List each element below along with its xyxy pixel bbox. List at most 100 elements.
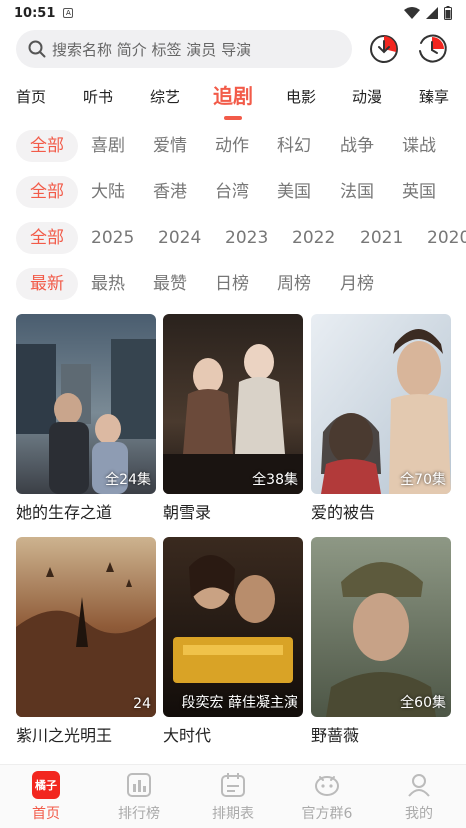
battery-icon	[444, 6, 452, 20]
poster-image	[311, 314, 451, 494]
nav-label: 排行榜	[118, 806, 160, 822]
region-chip[interactable]: 美国	[277, 176, 311, 208]
status-time: 10:51	[14, 5, 56, 21]
ranking-icon	[125, 771, 153, 799]
tab-variety[interactable]: 综艺	[150, 86, 180, 107]
sort-chip[interactable]: 周榜	[277, 268, 311, 300]
tab-tv-series[interactable]: 追剧	[213, 80, 253, 109]
sort-filter-row: 最新 最热 最赞 日榜 周榜 月榜	[0, 268, 466, 302]
orange-brand-icon: 橘子	[32, 771, 60, 799]
nav-profile[interactable]: 我的	[379, 771, 459, 823]
genre-chip[interactable]: 战争	[340, 130, 374, 162]
nav-home[interactable]: 橘子 首页	[6, 771, 86, 823]
nav-label: 排期表	[212, 806, 254, 822]
show-card[interactable]: 全70集 爱的被告	[311, 314, 451, 523]
download-icon[interactable]	[368, 33, 400, 65]
show-poster[interactable]: 全60集	[311, 537, 451, 717]
show-card[interactable]: 段奕宏 薛佳凝主演 大时代	[163, 537, 303, 746]
show-title: 爱的被告	[311, 503, 376, 522]
poster-image	[163, 314, 303, 494]
profile-icon	[405, 771, 433, 799]
show-title: 野蔷薇	[311, 726, 360, 745]
region-chip[interactable]: 台湾	[215, 176, 249, 208]
poster-image	[311, 537, 451, 717]
year-chip[interactable]: 2022	[292, 222, 335, 254]
wifi-icon	[404, 7, 420, 19]
episode-badge: 24	[133, 696, 151, 712]
show-card[interactable]: 24 紫川之光明王	[16, 537, 156, 746]
group-chat-icon	[313, 771, 341, 799]
region-chip[interactable]: 法国	[340, 176, 374, 208]
show-poster[interactable]: 全70集	[311, 314, 451, 494]
episode-badge: 全60集	[400, 695, 446, 711]
sort-chip[interactable]: 最赞	[153, 268, 187, 300]
region-chip[interactable]: 英国	[402, 176, 436, 208]
tab-audiobooks[interactable]: 听书	[83, 86, 113, 107]
show-title: 朝雪录	[163, 503, 212, 522]
show-title: 大时代	[163, 726, 212, 745]
sort-chip-newest[interactable]: 最新	[16, 268, 78, 300]
year-chip[interactable]: 2024	[158, 222, 201, 254]
tab-home[interactable]: 首页	[16, 86, 46, 107]
search-placeholder: 搜索名称 简介 标签 演员 导演	[52, 40, 252, 59]
poster-image	[163, 537, 303, 717]
region-chip[interactable]: 大陆	[91, 176, 125, 208]
show-poster[interactable]: 24	[16, 537, 156, 717]
channel-tabs: 首页 听书 综艺 追剧 电影 动漫 臻享	[0, 78, 466, 122]
bottom-nav: 橘子 首页 排行榜 排期表 官方群6 我的	[0, 764, 466, 828]
year-chip[interactable]: 2021	[360, 222, 403, 254]
genre-chip[interactable]: 爱情	[153, 130, 187, 162]
notification-a-icon: A	[63, 8, 74, 18]
sort-chip[interactable]: 日榜	[215, 268, 249, 300]
show-poster[interactable]: 全38集	[163, 314, 303, 494]
search-icon	[28, 40, 46, 58]
nav-official-group[interactable]: 官方群6	[287, 771, 367, 823]
nav-schedule[interactable]: 排期表	[193, 771, 273, 823]
region-chip-all[interactable]: 全部	[16, 176, 78, 208]
genre-chip[interactable]: 喜剧	[91, 130, 125, 162]
nav-label: 我的	[405, 806, 433, 822]
signal-icon	[426, 7, 438, 19]
year-chip[interactable]: 2023	[225, 222, 268, 254]
episode-badge: 全24集	[105, 472, 151, 488]
show-title: 紫川之光明王	[16, 726, 113, 745]
sort-chip[interactable]: 最热	[91, 268, 125, 300]
tab-movies[interactable]: 电影	[286, 86, 316, 107]
genre-chip-all[interactable]: 全部	[16, 130, 78, 162]
tab-anime[interactable]: 动漫	[352, 86, 382, 107]
search-row: 搜索名称 简介 标签 演员 导演	[0, 30, 466, 70]
active-tab-indicator	[224, 116, 242, 120]
nav-label: 首页	[32, 806, 60, 822]
region-filter-row: 全部 大陆 香港 台湾 美国 法国 英国	[0, 176, 466, 210]
search-input[interactable]: 搜索名称 简介 标签 演员 导演	[16, 30, 352, 68]
status-bar: 10:51 A	[0, 0, 466, 26]
nav-ranking[interactable]: 排行榜	[99, 771, 179, 823]
show-poster[interactable]: 全24集	[16, 314, 156, 494]
history-icon[interactable]	[416, 33, 448, 65]
episode-badge: 段奕宏 薛佳凝主演	[181, 695, 298, 711]
year-chip[interactable]: 2025	[91, 222, 134, 254]
region-chip[interactable]: 香港	[153, 176, 187, 208]
show-card[interactable]: 全60集 野蔷薇	[311, 537, 451, 746]
poster-image	[16, 537, 156, 717]
genre-chip[interactable]: 动作	[215, 130, 249, 162]
show-card[interactable]: 全24集 她的生存之道	[16, 314, 156, 523]
tab-premium[interactable]: 臻享	[419, 86, 449, 107]
episode-badge: 全38集	[252, 472, 298, 488]
sort-chip[interactable]: 月榜	[340, 268, 374, 300]
genre-filter-row: 全部 喜剧 爱情 动作 科幻 战争 谍战	[0, 130, 466, 164]
year-filter-row: 全部 2025 2024 2023 2022 2021 2020	[0, 222, 466, 256]
genre-chip[interactable]: 科幻	[277, 130, 311, 162]
poster-image	[16, 314, 156, 494]
episode-badge: 全70集	[400, 472, 446, 488]
year-chip[interactable]: 2020	[427, 222, 466, 254]
brand-badge: 橘子	[32, 771, 60, 799]
year-chip-all[interactable]: 全部	[16, 222, 78, 254]
status-icons	[404, 6, 452, 20]
show-poster[interactable]: 段奕宏 薛佳凝主演	[163, 537, 303, 717]
show-card[interactable]: 全38集 朝雪录	[163, 314, 303, 523]
nav-label: 官方群6	[301, 806, 353, 822]
genre-chip[interactable]: 谍战	[402, 130, 436, 162]
calendar-icon	[219, 771, 247, 799]
show-title: 她的生存之道	[16, 503, 113, 522]
